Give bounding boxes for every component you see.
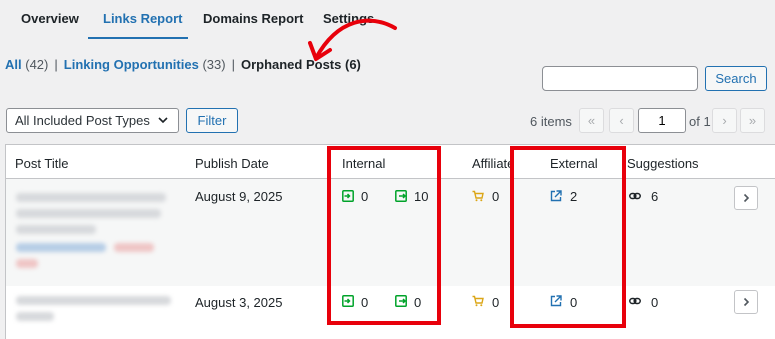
external-column-highlight — [510, 146, 626, 328]
chevron-down-icon — [158, 117, 168, 124]
total-pages: of 1 — [689, 114, 711, 129]
filter-all-label: All — [5, 57, 22, 72]
filter-separator: | — [231, 57, 235, 72]
column-header-publish-date[interactable]: Publish Date — [195, 156, 269, 171]
prev-page-button[interactable]: ‹ — [609, 108, 634, 133]
affiliate-count: 0 — [492, 189, 500, 204]
filter-separator: | — [54, 57, 58, 72]
internal-column-highlight — [327, 146, 441, 325]
filter-opps-count: (33) — [202, 57, 226, 72]
last-page-button[interactable]: » — [740, 108, 765, 133]
first-page-button[interactable]: « — [579, 108, 604, 133]
tab-links-report[interactable]: Links Report — [103, 11, 182, 26]
post-types-select[interactable]: All Included Post Types — [6, 108, 179, 133]
suggestions-count: 6 — [651, 189, 659, 204]
suggestions-count: 0 — [651, 295, 659, 310]
publish-date: August 9, 2025 — [195, 189, 283, 204]
filter-opps-label: Linking Opportunities — [63, 57, 199, 72]
column-header-affiliate: Affiliate — [472, 156, 515, 171]
column-header-post-title[interactable]: Post Title — [15, 156, 68, 171]
cart-icon — [472, 190, 484, 202]
filter-all-count: (42) — [25, 57, 49, 72]
chevron-right-icon — [743, 193, 750, 203]
chevron-right-icon — [743, 297, 750, 307]
post-types-selected-value: All Included Post Types — [15, 113, 150, 128]
next-page-button[interactable]: › — [712, 108, 737, 133]
affiliate-count: 0 — [492, 295, 500, 310]
tab-overview[interactable]: Overview — [21, 11, 79, 26]
filter-all-link[interactable]: All (42) — [5, 57, 48, 72]
publish-date: August 3, 2025 — [195, 295, 283, 310]
items-count: 6 items — [530, 114, 572, 129]
expand-row-button[interactable] — [734, 186, 758, 210]
search-input[interactable] — [542, 66, 698, 91]
tab-domains-report[interactable]: Domains Report — [203, 11, 303, 26]
search-button[interactable]: Search — [705, 66, 767, 91]
filter-linking-opportunities-link[interactable]: Linking Opportunities (33) — [64, 57, 226, 72]
cart-icon — [472, 295, 484, 307]
current-page-input[interactable] — [638, 108, 686, 133]
chain-link-icon — [629, 297, 641, 305]
active-tab-indicator — [88, 37, 188, 39]
chain-link-icon — [629, 192, 641, 200]
column-header-suggestions: Suggestions — [627, 156, 699, 171]
annotation-arrow — [308, 18, 397, 61]
filter-button[interactable]: Filter — [186, 108, 238, 133]
expand-row-button[interactable] — [734, 290, 758, 314]
